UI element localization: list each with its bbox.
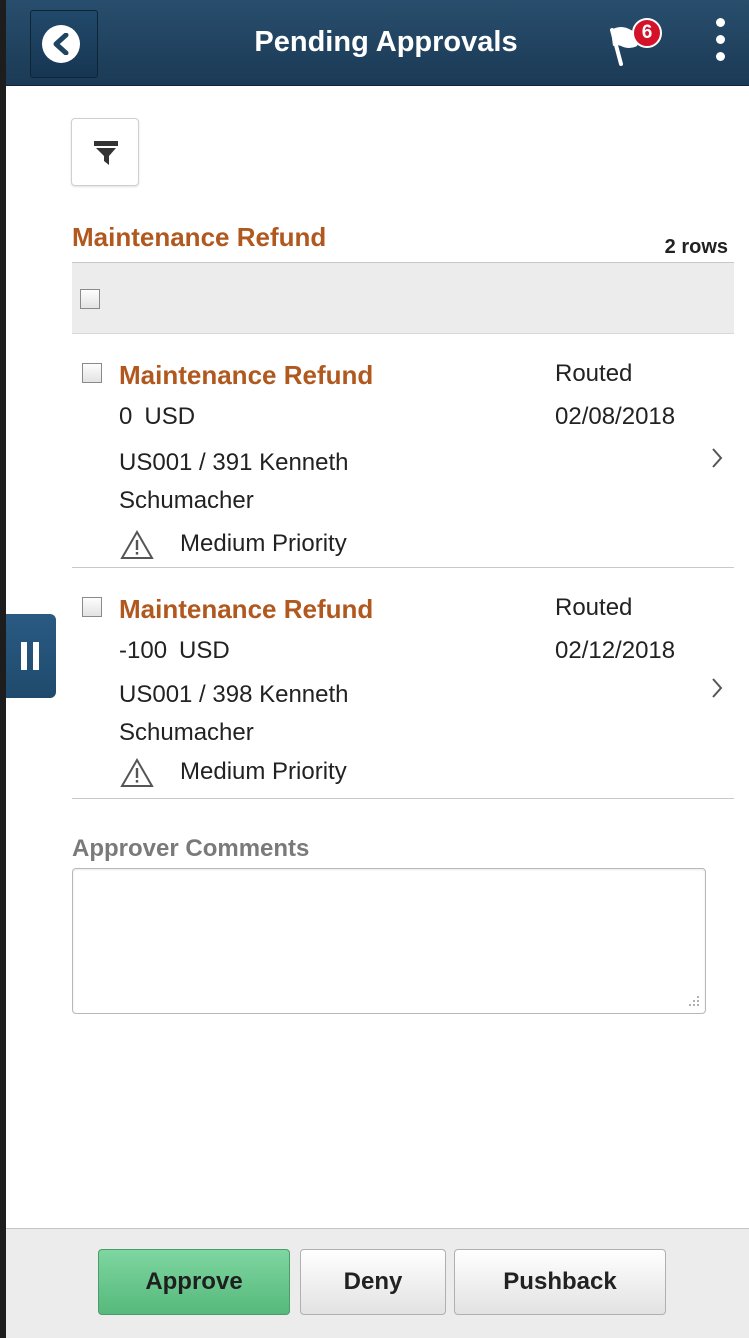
- item-requester: US001 / 398 Kenneth: [119, 681, 349, 708]
- item-amount: 0 USD: [119, 403, 195, 431]
- app-frame: Pending Approvals 6 Maintenance Refund 2…: [0, 0, 749, 1338]
- warning-icon: [120, 758, 154, 787]
- action-bar: Approve Deny Pushback: [6, 1228, 749, 1338]
- section-title: Maintenance Refund: [72, 222, 327, 252]
- select-all-bar: [72, 262, 734, 334]
- chevron-right-icon: [712, 448, 723, 468]
- resize-grip-icon[interactable]: [688, 995, 700, 1007]
- pushback-button[interactable]: Pushback: [454, 1249, 666, 1315]
- item-requester: US001 / 391 Kenneth: [119, 449, 349, 476]
- filter-icon: [94, 141, 118, 165]
- item-status: Routed: [555, 594, 633, 621]
- item-amount: -100 USD: [119, 637, 230, 665]
- item-date: 02/12/2018: [555, 637, 676, 664]
- row-count: 2 rows: [664, 236, 728, 258]
- currency: USD: [179, 637, 230, 664]
- side-panel-toggle[interactable]: [6, 614, 56, 698]
- approver-comments-field[interactable]: [72, 868, 706, 1014]
- chevron-right-icon: [712, 678, 723, 698]
- more-vertical-icon[interactable]: [714, 18, 726, 68]
- row-checkbox[interactable]: [82, 597, 102, 617]
- item-requester-name: Schumacher: [119, 719, 254, 746]
- approve-button[interactable]: Approve: [98, 1249, 290, 1315]
- banner: Pending Approvals 6: [6, 0, 749, 86]
- page-title: Pending Approvals: [254, 26, 518, 58]
- row-checkbox[interactable]: [82, 363, 102, 383]
- list-item[interactable]: Maintenance Refund -100 USD US001 / 398 K…: [72, 568, 734, 799]
- priority-text: Medium Priority: [180, 758, 347, 785]
- list-item[interactable]: Maintenance Refund 0 USD US001 / 391 Kenn…: [72, 334, 734, 568]
- item-title: Maintenance Refund: [119, 360, 374, 390]
- back-button[interactable]: [30, 10, 98, 78]
- item-date: 02/08/2018: [555, 403, 676, 430]
- priority-text: Medium Priority: [180, 530, 347, 557]
- pause-icon: [21, 642, 27, 670]
- amount-value: -100: [119, 637, 168, 664]
- item-status: Routed: [555, 360, 633, 387]
- filter-button[interactable]: [71, 118, 139, 186]
- warning-icon: [120, 530, 154, 559]
- select-all-checkbox[interactable]: [80, 289, 100, 309]
- item-title: Maintenance Refund: [119, 594, 374, 624]
- deny-button[interactable]: Deny: [300, 1249, 446, 1315]
- comments-label: Approver Comments: [72, 835, 310, 862]
- amount-value: 0: [119, 403, 133, 430]
- item-requester-name: Schumacher: [119, 487, 254, 514]
- chevron-left-icon: [42, 25, 80, 63]
- notification-count-badge: 6: [632, 18, 662, 48]
- currency: USD: [144, 403, 196, 430]
